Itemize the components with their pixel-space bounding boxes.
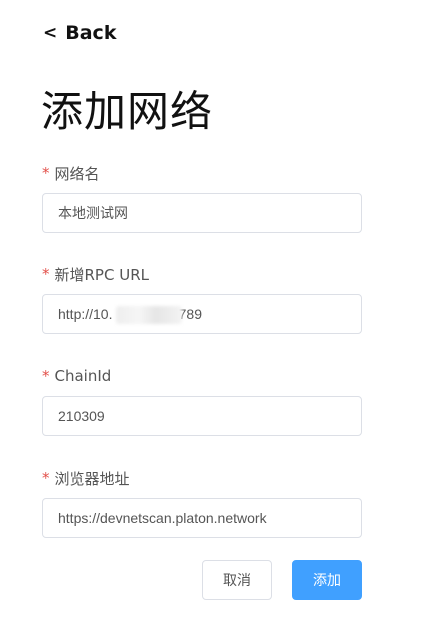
rpc-url-label: * 新增RPC URL bbox=[42, 264, 362, 284]
chain-id-input-wrap bbox=[42, 396, 362, 436]
chain-id-input[interactable] bbox=[58, 408, 346, 424]
rpc-url-label-text: 新增RPC URL bbox=[54, 265, 149, 284]
required-mark: * bbox=[42, 265, 50, 283]
page-title: 添加网络 bbox=[41, 87, 214, 136]
chain-id-label-text: ChainId bbox=[54, 367, 112, 385]
network-name-input-wrap bbox=[42, 193, 362, 233]
back-button[interactable]: < Back bbox=[43, 22, 116, 44]
back-label: Back bbox=[65, 22, 117, 44]
explorer-label-text: 浏览器地址 bbox=[54, 469, 130, 488]
network-name-label-text: 网络名 bbox=[54, 164, 100, 183]
explorer-label: * 浏览器地址 bbox=[42, 468, 362, 488]
required-mark: * bbox=[42, 469, 50, 487]
add-network-page: < Back 添加网络 * 网络名 * 新增RPC URL * ChainId bbox=[0, 0, 446, 617]
network-name-label: * 网络名 bbox=[42, 163, 362, 183]
explorer-field: * 浏览器地址 bbox=[42, 468, 362, 538]
cancel-button[interactable]: 取消 bbox=[202, 560, 272, 600]
explorer-input-wrap bbox=[42, 498, 362, 538]
redaction-blur bbox=[116, 306, 182, 324]
explorer-input[interactable] bbox=[58, 510, 346, 526]
required-mark: * bbox=[42, 367, 50, 385]
chevron-left-icon: < bbox=[43, 23, 58, 43]
rpc-url-input[interactable] bbox=[58, 306, 346, 322]
chain-id-field: * ChainId bbox=[42, 366, 362, 436]
network-name-field: * 网络名 bbox=[42, 163, 362, 233]
required-mark: * bbox=[42, 164, 50, 182]
add-button[interactable]: 添加 bbox=[292, 560, 362, 600]
rpc-url-input-wrap bbox=[42, 294, 362, 334]
chain-id-label: * ChainId bbox=[42, 366, 362, 386]
rpc-url-field: * 新增RPC URL bbox=[42, 264, 362, 334]
network-name-input[interactable] bbox=[58, 205, 346, 221]
